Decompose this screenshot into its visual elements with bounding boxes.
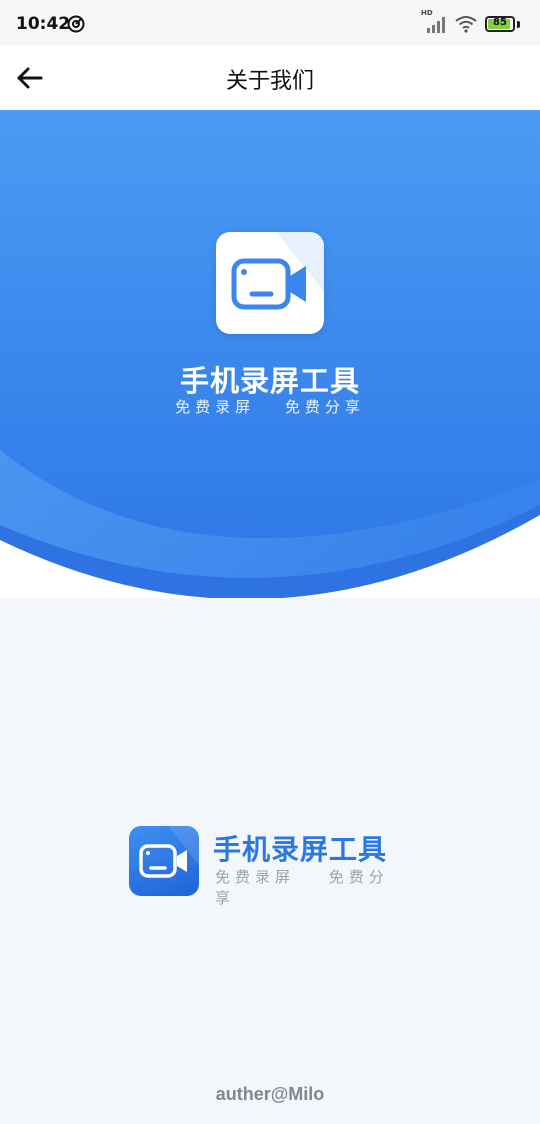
video-camera-icon bbox=[231, 232, 324, 310]
video-camera-icon bbox=[139, 826, 199, 878]
brand-slogan: 免费录屏 免费分享 bbox=[215, 866, 429, 908]
hero-background bbox=[0, 110, 540, 598]
brand-app-name: 手机录屏工具 bbox=[213, 833, 388, 866]
brand-slogan-left: 免费录屏 bbox=[215, 868, 296, 886]
hero-slogan-right: 免费分享 bbox=[284, 398, 365, 416]
status-time: 10:42 bbox=[16, 14, 71, 34]
hero-slogan-left: 免费录屏 bbox=[175, 398, 256, 416]
signal-icon: HD bbox=[421, 9, 447, 34]
status-bar: 10:42 HD 85 bbox=[0, 0, 540, 46]
battery-icon: 85 bbox=[485, 16, 515, 32]
wifi-icon bbox=[455, 16, 477, 33]
hero-slogan: 免费录屏 免费分享 bbox=[0, 396, 540, 417]
brand-app-icon bbox=[129, 826, 199, 896]
brand-block: 手机录屏工具 免费录屏 免费分享 bbox=[129, 826, 429, 907]
hero-banner: 手机录屏工具 免费录屏 免费分享 bbox=[0, 110, 540, 598]
page-title: 关于我们 bbox=[225, 69, 314, 94]
battery-percent: 85 bbox=[493, 17, 507, 28]
hero-app-logo bbox=[216, 232, 324, 334]
hero-app-name: 手机录屏工具 bbox=[179, 364, 360, 398]
app-bar: 关于我们 bbox=[0, 46, 540, 110]
vpn-icon bbox=[67, 15, 85, 33]
battery-tip bbox=[517, 20, 520, 28]
author-credit: auther@Milo bbox=[215, 1084, 325, 1104]
